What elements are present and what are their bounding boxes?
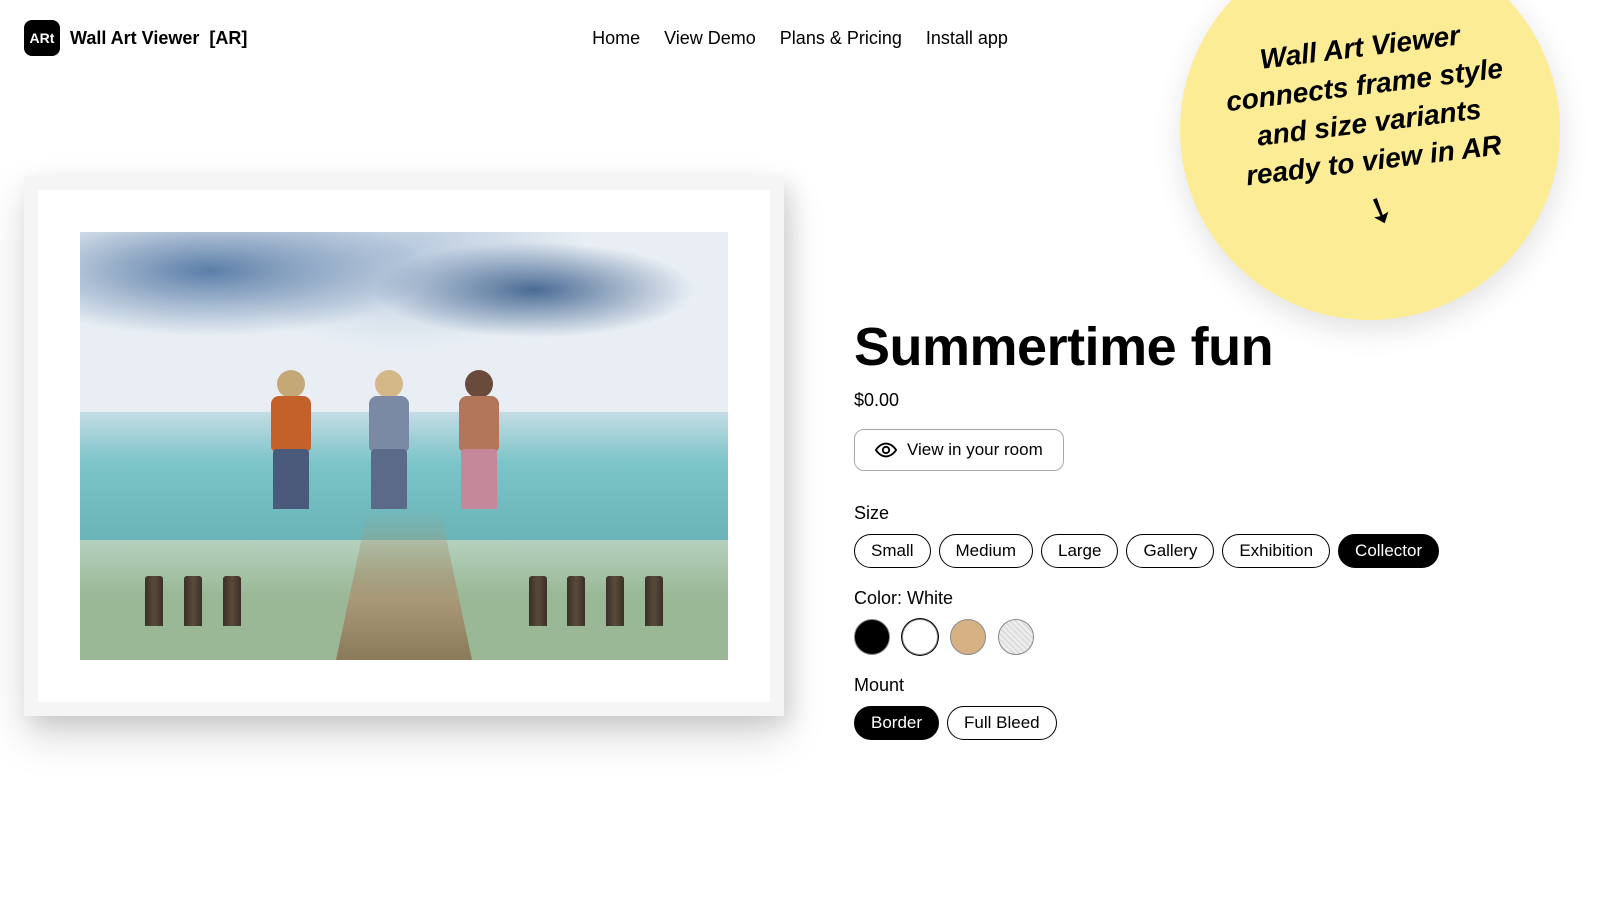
color-swatch-natural[interactable] [998, 619, 1034, 655]
logo-icon: ARt [24, 20, 60, 56]
mount-option-border[interactable]: Border [854, 706, 939, 740]
brand-logo-group[interactable]: ARt Wall Art Viewer [AR] [24, 20, 247, 56]
painting-image [80, 232, 728, 660]
color-swatch-white[interactable] [902, 619, 938, 655]
nav-demo[interactable]: View Demo [664, 28, 756, 49]
size-option-exhibition[interactable]: Exhibition [1222, 534, 1330, 568]
main-nav: Home View Demo Plans & Pricing Install a… [592, 28, 1008, 49]
mount-options: BorderFull Bleed [854, 706, 1576, 740]
size-option-medium[interactable]: Medium [939, 534, 1033, 568]
size-option-small[interactable]: Small [854, 534, 931, 568]
art-frame[interactable] [24, 176, 784, 716]
mat-border [52, 204, 756, 688]
color-group: Color: White [854, 588, 1576, 655]
nav-install[interactable]: Install app [926, 28, 1008, 49]
nav-home[interactable]: Home [592, 28, 640, 49]
mount-option-full-bleed[interactable]: Full Bleed [947, 706, 1057, 740]
size-options: SmallMediumLargeGalleryExhibitionCollect… [854, 534, 1576, 568]
size-option-large[interactable]: Large [1041, 534, 1118, 568]
color-swatch-black[interactable] [854, 619, 890, 655]
size-group: Size SmallMediumLargeGalleryExhibitionCo… [854, 503, 1576, 568]
color-swatches [854, 619, 1576, 655]
arrow-icon: ➘ [1358, 185, 1402, 235]
product-price: $0.00 [854, 390, 1576, 411]
artwork-preview [24, 116, 794, 760]
size-option-gallery[interactable]: Gallery [1126, 534, 1214, 568]
size-option-collector[interactable]: Collector [1338, 534, 1439, 568]
brand-suffix: [AR] [209, 28, 247, 49]
view-in-room-button[interactable]: View in your room [854, 429, 1064, 471]
callout-text: Wall Art Viewer connects frame style and… [1209, 11, 1525, 198]
product-title: Summertime fun [854, 316, 1576, 378]
mount-group: Mount BorderFull Bleed [854, 675, 1576, 740]
color-label: Color: White [854, 588, 1576, 609]
size-label: Size [854, 503, 1576, 524]
eye-icon [875, 442, 897, 458]
view-in-room-label: View in your room [907, 440, 1043, 460]
nav-pricing[interactable]: Plans & Pricing [780, 28, 902, 49]
brand-name: Wall Art Viewer [70, 28, 199, 49]
color-swatch-oak[interactable] [950, 619, 986, 655]
mount-label: Mount [854, 675, 1576, 696]
